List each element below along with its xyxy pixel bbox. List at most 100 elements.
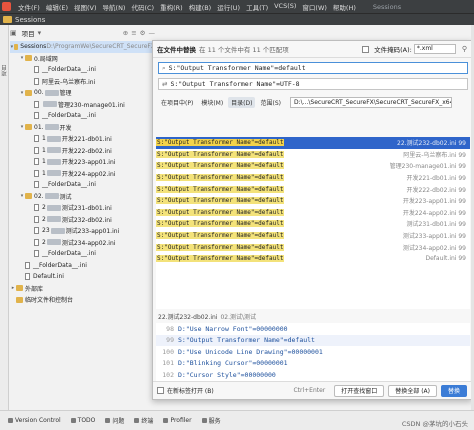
- status-item[interactable]: Version Control: [8, 417, 61, 424]
- filter-icon[interactable]: ⚲: [462, 45, 467, 53]
- folder-icon: [3, 16, 12, 23]
- menu-item[interactable]: 构建(B): [186, 2, 215, 12]
- replace-button[interactable]: 替换: [440, 384, 467, 397]
- tree-item[interactable]: __FolderData__.ini: [10, 179, 155, 191]
- result-row[interactable]: S:"Output Transformer Name"=default 开发224…: [156, 207, 470, 219]
- result-match-text: S:"Output Transformer Name"=default: [156, 162, 285, 170]
- folder-icon: [25, 124, 32, 131]
- project-view-select[interactable]: 项目: [19, 28, 38, 38]
- status-item[interactable]: 服务: [201, 416, 221, 425]
- gear-icon[interactable]: ⚙: [140, 29, 146, 37]
- result-row[interactable]: S:"Output Transformer Name"=default 测试233…: [156, 230, 470, 242]
- tree-item[interactable]: ▾ 0.局域网: [10, 53, 155, 65]
- replace-icon: ⇄: [162, 80, 168, 88]
- directory-field[interactable]: D:\...\SecureCRT_SecureFX\SecureCRT_Secu…: [289, 97, 452, 108]
- tree-item[interactable]: __FolderData__.ini: [10, 260, 155, 272]
- status-item[interactable]: Profiler: [163, 417, 192, 424]
- status-item-label: 服务: [208, 418, 221, 425]
- file-icon: [34, 112, 39, 120]
- open-find-window-button[interactable]: 打开查找窗口: [334, 384, 385, 397]
- preview-location: 02.测试\测试: [220, 314, 257, 321]
- result-match-text: S:"Output Transformer Name"=default: [156, 185, 285, 193]
- result-row[interactable]: S:"Output Transformer Name"=default 阿里云-乌…: [156, 149, 470, 161]
- minimize-icon[interactable]: —: [149, 29, 156, 37]
- result-match-text: S:"Output Transformer Name"=default: [156, 220, 285, 228]
- tree-item-label: __FolderData__.ini: [42, 112, 96, 120]
- tree-item[interactable]: 2 测试234-app02.ini: [10, 237, 155, 249]
- project-tree: ▾ Sessions D:\ProgramWe\SecureCRT_SecureF…: [10, 41, 155, 371]
- menu-item[interactable]: 帮助(H): [330, 2, 359, 12]
- status-item[interactable]: 终端: [134, 416, 153, 425]
- tree-item[interactable]: ▾ Sessions D:\ProgramWe\SecureCRT_SecureF…: [10, 41, 155, 53]
- result-row[interactable]: S:"Output Transformer Name"=default 管理230…: [156, 160, 470, 172]
- menu-item[interactable]: 文件(F): [15, 2, 43, 12]
- menu-item[interactable]: 代码(C): [128, 2, 157, 12]
- tree-item[interactable]: ▾ 00. 管理: [10, 87, 155, 99]
- replace-value[interactable]: S:"Output Transformer Name"=UTF-8: [170, 80, 299, 88]
- menu-item[interactable]: 导航(N): [100, 2, 129, 12]
- menu-item[interactable]: 窗口(W): [299, 2, 330, 12]
- code-text: D:"Blinking Cursor"=00000001: [178, 359, 288, 368]
- result-row[interactable]: S:"Output Transformer Name"=default 22.测试…: [156, 137, 470, 149]
- tree-item[interactable]: 1 开发224-app02.ini: [10, 168, 155, 180]
- tree-item[interactable]: 阿里云-乌兰察布.ini: [10, 76, 155, 88]
- result-row[interactable]: S:"Output Transformer Name"=default 开发222…: [156, 183, 470, 195]
- menu-item[interactable]: 视图(V): [71, 2, 100, 12]
- tree-item[interactable]: __FolderData__.ini: [10, 248, 155, 260]
- scope-tab[interactable]: 目录(D): [228, 97, 256, 108]
- result-file: Default.ini 99: [425, 255, 466, 263]
- open-new-tab-checkbox[interactable]: [157, 387, 164, 394]
- tree-item[interactable]: __FolderData__.ini: [10, 64, 155, 76]
- result-row[interactable]: S:"Output Transformer Name"=default 测试231…: [156, 218, 470, 230]
- collapse-icon[interactable]: ≡: [131, 29, 136, 37]
- menu-item[interactable]: 运行(U): [214, 2, 243, 12]
- result-row[interactable]: S:"Output Transformer Name"=default 开发223…: [156, 195, 470, 207]
- locate-icon[interactable]: ⊕: [123, 29, 128, 37]
- file-icon: [34, 100, 39, 108]
- menu-item[interactable]: 工具(T): [243, 2, 271, 12]
- status-item[interactable]: TODO: [70, 417, 95, 424]
- file-icon: [34, 238, 39, 246]
- search-field[interactable]: ⌕ S:"Output Transformer Name"=default: [158, 62, 468, 74]
- result-row[interactable]: S:"Output Transformer Name"=default Defau…: [156, 253, 470, 265]
- path-label[interactable]: Sessions: [15, 16, 45, 24]
- menu-item[interactable]: 编辑(E): [43, 2, 71, 12]
- tree-item[interactable]: 1 开发221-db01.ini: [10, 133, 155, 145]
- tool-window-icon: [8, 418, 13, 423]
- tree-item[interactable]: ▾ 01. 开发: [10, 122, 155, 134]
- scope-tab[interactable]: 模块(M): [198, 97, 226, 108]
- line-number: 100: [162, 347, 174, 356]
- result-row[interactable]: S:"Output Transformer Name"=default 开发221…: [156, 172, 470, 184]
- chevron-down-icon[interactable]: ▾: [38, 29, 42, 37]
- menu-item[interactable]: VCS(S): [271, 2, 299, 12]
- replace-field[interactable]: ⇄ S:"Output Transformer Name"=UTF-8: [158, 78, 468, 90]
- tree-item[interactable]: 23 测试233-app01.ini: [10, 225, 155, 237]
- result-file: 开发224-app02.ini 99: [402, 209, 466, 217]
- file-mask-checkbox[interactable]: [362, 45, 370, 53]
- file-icon: [34, 181, 39, 189]
- status-item[interactable]: 问题: [105, 416, 124, 425]
- tree-item[interactable]: 1 开发223-app01.ini: [10, 156, 155, 168]
- file-mask-select[interactable]: *.xml: [413, 44, 456, 54]
- redacted-text: [46, 147, 61, 154]
- scope-tab[interactable]: 范围(S): [257, 97, 284, 108]
- tree-item[interactable]: ▸ 外部库: [10, 283, 155, 295]
- tree-item[interactable]: 临时文件和控制台: [10, 294, 155, 306]
- tree-item[interactable]: 1 开发222-db02.ini: [10, 145, 155, 157]
- tree-item[interactable]: ▾ 02. 测试: [10, 191, 155, 203]
- tree-item[interactable]: 2 测试231-db01.ini: [10, 202, 155, 214]
- tree-item-label: 0.局域网: [34, 55, 58, 63]
- result-row[interactable]: S:"Output Transformer Name"=default 测试234…: [156, 241, 470, 253]
- redacted-text: [46, 239, 61, 246]
- tree-item[interactable]: Default.ini: [10, 271, 155, 283]
- tree-item[interactable]: 管理230-manage01.ini: [10, 99, 155, 111]
- scope-tab[interactable]: 在项目中(P): [158, 97, 196, 108]
- tree-item[interactable]: 2 测试232-db02.ini: [10, 214, 155, 226]
- tree-item-label: 2: [42, 238, 46, 246]
- menu-item[interactable]: 重构(R): [157, 2, 186, 12]
- replace-all-button[interactable]: 替换全部 (A): [388, 384, 437, 397]
- tree-item[interactable]: __FolderData__.ini: [10, 110, 155, 122]
- search-value[interactable]: S:"Output Transformer Name"=default: [169, 64, 306, 72]
- project-tool-tab[interactable]: 项目: [1, 65, 9, 76]
- tool-window-icon: [163, 418, 169, 423]
